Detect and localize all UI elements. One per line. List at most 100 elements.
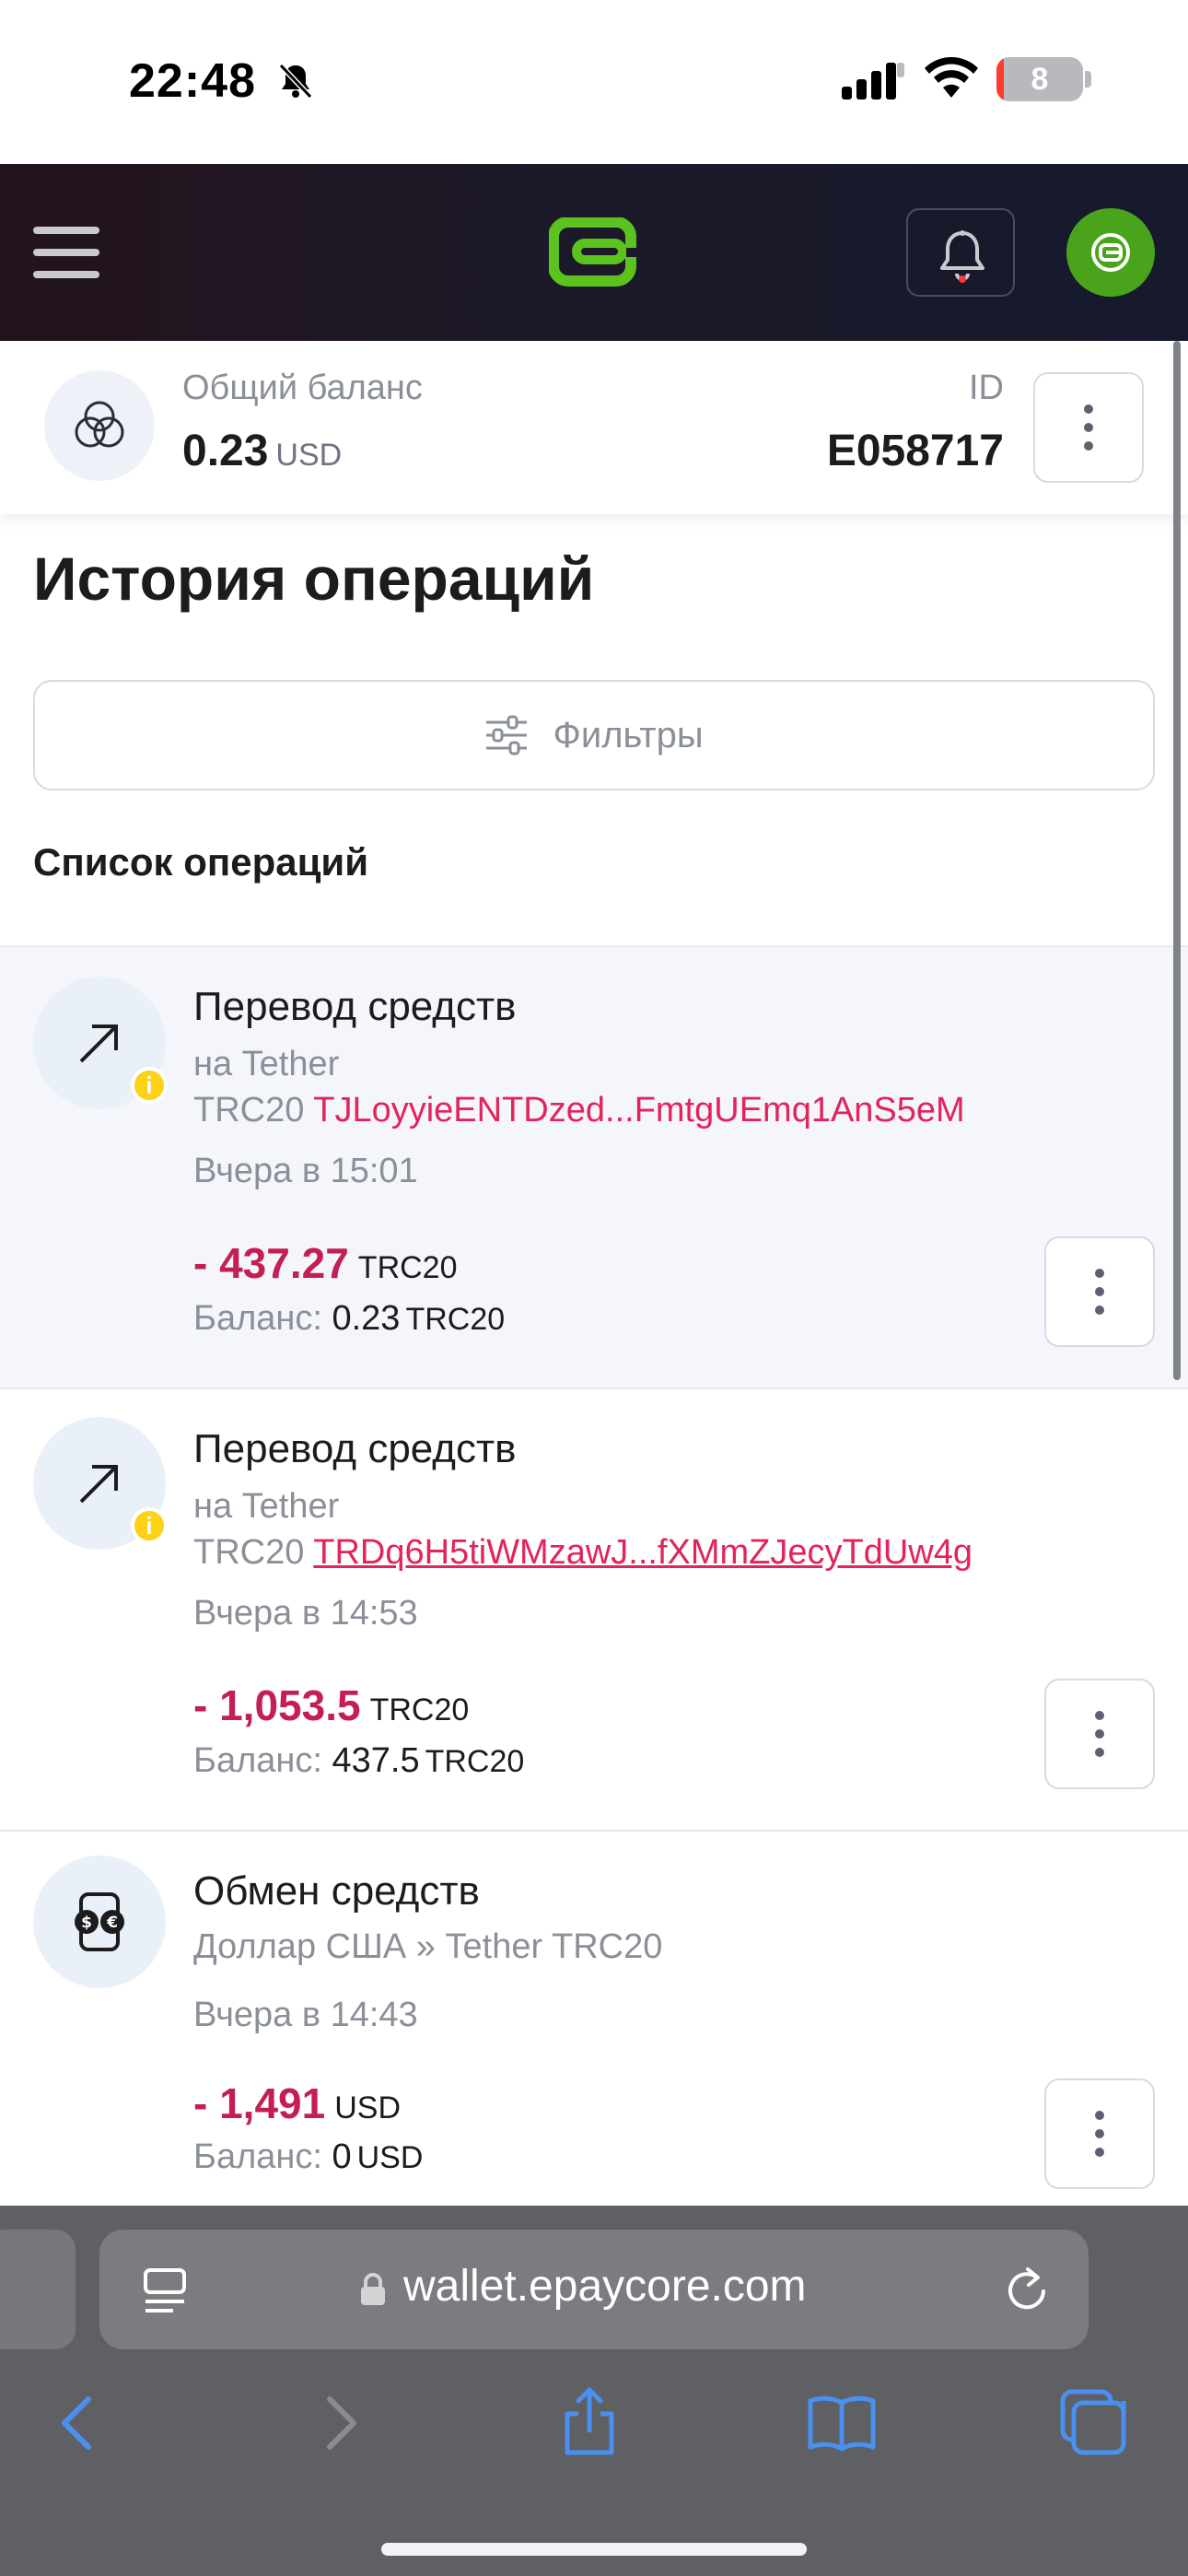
svg-text:$: $ (81, 1914, 92, 1932)
balance-after-label: Баланс: (193, 1299, 322, 1338)
filters-button[interactable]: Фильтры (33, 680, 1155, 790)
currency-exchange-icon: $ € (75, 1892, 124, 1951)
operation-type-icon: $ € (33, 1856, 166, 1988)
operation-title: Перевод средств (193, 1426, 517, 1471)
amount-currency: TRC20 (357, 1250, 458, 1285)
share-button[interactable] (553, 2386, 645, 2460)
operation-balance: Баланс: 437.5 TRC20 (193, 1741, 524, 1781)
scrollbar[interactable] (1173, 341, 1181, 1380)
notifications-button[interactable] (906, 208, 1015, 297)
operation-more-button[interactable] (1044, 1679, 1155, 1789)
open-book-icon (808, 2395, 876, 2452)
balance-after-currency: USD (356, 2140, 424, 2175)
balance-after-label: Баланс: (193, 2137, 322, 2176)
bell-icon (940, 230, 984, 283)
home-indicator[interactable] (381, 2543, 807, 2556)
more-vertical-icon (1046, 2080, 1153, 2187)
filters-label: Фильтры (553, 714, 704, 755)
bookmarks-button[interactable] (805, 2386, 897, 2460)
balance-after-value: 0.23 (332, 1299, 401, 1338)
epaycore-logo-icon[interactable] (548, 217, 639, 292)
operation-time: Вчера в 15:01 (193, 1152, 418, 1190)
epaycore-avatar-icon (1091, 233, 1130, 272)
operation-item[interactable]: i Перевод средств на Tether TRC20 TRDq6H… (0, 1389, 1188, 1830)
operation-time: Вчера в 14:53 (193, 1594, 418, 1633)
more-vertical-icon (1046, 1238, 1153, 1345)
wallet-address-link[interactable]: TJLoyyieENTDzed...FmtgUEmq1AnS5eM (313, 1091, 964, 1130)
hamburger-icon[interactable] (33, 227, 99, 278)
silent-mode-icon (276, 63, 315, 104)
operation-item[interactable]: $ € Обмен средств Доллар США » Tether TR… (0, 1832, 1188, 2206)
reader-mode-icon[interactable] (142, 2266, 188, 2316)
more-vertical-icon (1046, 1680, 1153, 1787)
amount-currency: USD (334, 2090, 402, 2125)
amount-value: - 1,491 (193, 2079, 326, 2127)
url-text: wallet.epaycore.com (403, 2262, 807, 2311)
arrow-up-right-icon (79, 1465, 118, 1504)
arrow-up-right-icon (79, 1025, 118, 1063)
battery-cap (1085, 71, 1091, 88)
operation-item[interactable]: i Перевод средств на Tether TRC20 TJLoyy… (0, 947, 1188, 1388)
balance-after-value: 437.5 (332, 1741, 420, 1780)
operation-time: Вчера в 14:43 (193, 1996, 418, 2034)
operation-description: Доллар США » Tether TRC20 (193, 1927, 663, 1966)
operation-balance: Баланс: 0.23 TRC20 (193, 1299, 505, 1339)
balance-more-button[interactable] (1033, 372, 1144, 483)
operation-amount: - 1,491 USD (193, 2078, 401, 2128)
balance-bar (0, 341, 1188, 514)
balance-amount: 0.23 USD (182, 426, 342, 476)
operation-more-button[interactable] (1044, 2078, 1155, 2189)
balance-after-label: Баланс: (193, 1741, 322, 1780)
reload-icon[interactable] (1002, 2263, 1052, 2316)
wallet-address-link[interactable]: TRDq6H5tiWMzawJ...fXMmZJecyTdUw4g (313, 1533, 973, 1572)
operation-title: Обмен средств (193, 1868, 480, 1914)
info-warning-icon: i (131, 1067, 168, 1104)
account-id-label: ID (969, 369, 1004, 407)
tabs-button[interactable] (1057, 2386, 1149, 2460)
network-label: TRC20 (193, 1091, 305, 1130)
forward-button[interactable] (300, 2386, 392, 2460)
wifi-icon (923, 56, 980, 104)
back-button[interactable] (44, 2386, 136, 2460)
battery-percent: 8 (1031, 62, 1049, 97)
filter-sliders-icon (486, 715, 528, 755)
more-vertical-icon (1035, 374, 1142, 481)
battery-indicator: 8 (996, 57, 1083, 101)
share-icon (565, 2387, 614, 2455)
cellular-signal-icon (842, 63, 904, 104)
balance-unit: USD (275, 438, 343, 473)
svg-text:€: € (106, 1914, 118, 1932)
operation-more-button[interactable] (1044, 1236, 1155, 1347)
amount-value: - 437.27 (193, 1239, 349, 1287)
operation-balance: Баланс: 0 USD (193, 2137, 423, 2177)
operation-address-line: TRC20 TJLoyyieENTDzed...FmtgUEmq1AnS5eM (193, 1091, 965, 1130)
tabs-icon (1060, 2389, 1126, 2455)
chevron-right-icon (327, 2396, 356, 2450)
account-id-value: E058717 (826, 427, 1004, 475)
operations-list-title: Список операций (33, 840, 369, 884)
previous-tab-preview[interactable] (0, 2230, 76, 2349)
operation-amount: - 1,053.5 TRC20 (193, 1680, 469, 1730)
amount-value: - 1,053.5 (193, 1681, 361, 1729)
operation-address-line: TRC20 TRDq6H5tiWMzawJ...fXMmZJecyTdUw4g (193, 1533, 973, 1573)
address-bar[interactable]: wallet.epaycore.com (99, 2230, 1089, 2349)
page-title: История операций (33, 544, 595, 613)
balance-after-currency: TRC20 (425, 1744, 525, 1779)
balance-after-currency: TRC20 (405, 1302, 506, 1337)
operation-recipient: на Tether (193, 1487, 340, 1526)
operation-amount: - 437.27 TRC20 (193, 1238, 458, 1288)
operation-title: Перевод средств (193, 984, 517, 1029)
operation-recipient: на Tether (193, 1045, 340, 1083)
balance-after-value: 0 (332, 2137, 352, 2176)
balance-value: 0.23 (182, 427, 269, 475)
amount-currency: TRC20 (369, 1692, 470, 1727)
lock-icon (361, 2273, 385, 2305)
operation-type-icon: i (33, 1417, 168, 1550)
chevron-left-icon (62, 2396, 91, 2450)
avatar[interactable] (1066, 208, 1155, 297)
balance-label: Общий баланс (182, 369, 423, 407)
wallets-icon (44, 370, 155, 481)
status-time: 22:48 (129, 54, 256, 108)
info-warning-icon: i (131, 1507, 168, 1544)
network-label: TRC20 (193, 1533, 305, 1572)
